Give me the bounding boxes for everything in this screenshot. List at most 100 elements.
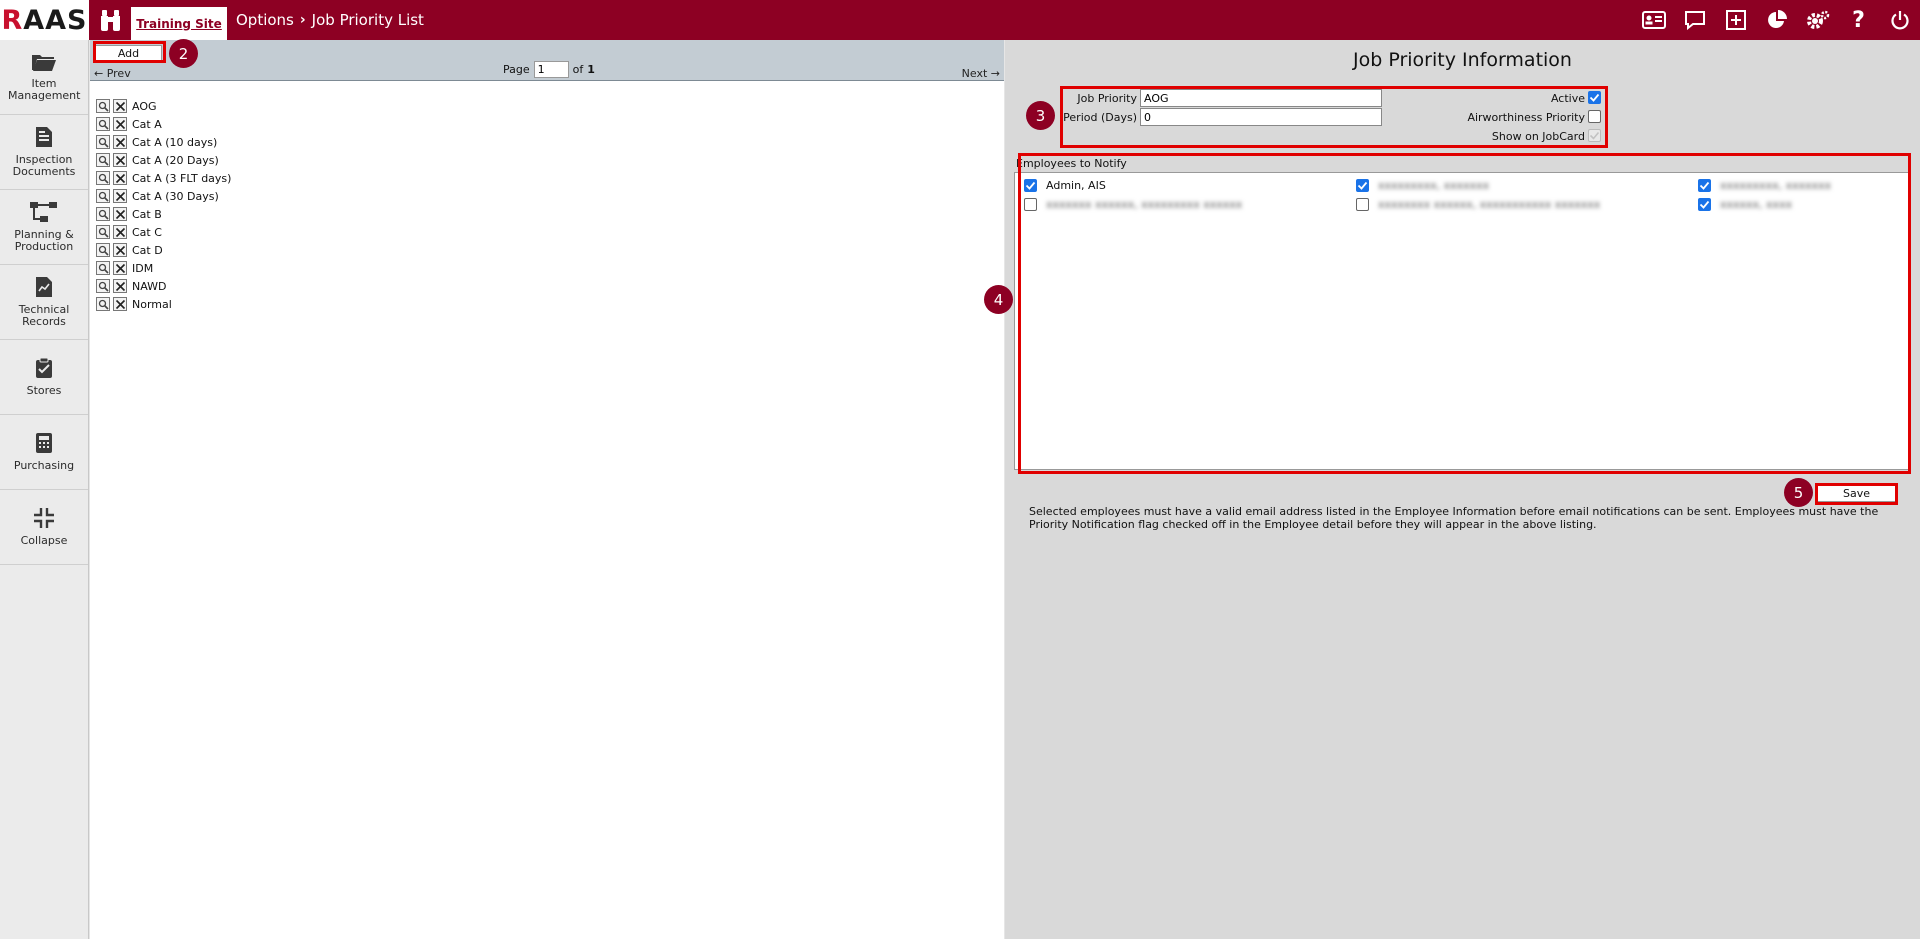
list-item: Cat A (30 Days) — [96, 187, 231, 205]
list-item: Cat A — [96, 115, 231, 133]
sidebar-item-collapse[interactable]: Collapse — [0, 490, 88, 565]
chart-file-icon — [36, 277, 52, 297]
delete-x-icon[interactable] — [113, 207, 127, 221]
list-item-label[interactable]: Cat D — [132, 244, 163, 257]
list-item-label[interactable]: Cat A (30 Days) — [132, 190, 219, 203]
annotation-badge-2: 2 — [169, 39, 198, 68]
magnifier-icon[interactable] — [96, 189, 110, 203]
employee-checkbox[interactable] — [1698, 178, 1711, 192]
save-button[interactable]: Save — [1817, 485, 1896, 502]
employee-checkbox[interactable] — [1698, 197, 1711, 211]
sidebar-item-purchasing[interactable]: Purchasing — [0, 415, 88, 490]
pie-chart-icon[interactable] — [1756, 0, 1797, 40]
employees-to-notify: Employees to Notify Admin, AIS xxxxxxxxx,… — [1012, 155, 1912, 472]
magnifier-icon[interactable] — [96, 279, 110, 293]
magnifier-icon[interactable] — [96, 171, 110, 185]
employees-to-notify-label: Employees to Notify — [1016, 157, 1127, 170]
magnifier-icon[interactable] — [96, 261, 110, 275]
power-icon[interactable] — [1879, 0, 1920, 40]
list-item-label[interactable]: IDM — [132, 262, 153, 275]
sidebar-item-technical-records[interactable]: Technical Records — [0, 265, 88, 340]
page-number-input[interactable] — [533, 61, 569, 78]
employee-item[interactable]: xxxxxxx xxxxxx, xxxxxxxxx xxxxxx — [1024, 195, 1242, 213]
chat-icon[interactable] — [1674, 0, 1715, 40]
delete-x-icon[interactable] — [113, 279, 127, 293]
job-priority-input[interactable] — [1140, 89, 1382, 107]
employee-checkbox[interactable] — [1024, 197, 1037, 211]
employee-checkbox[interactable] — [1024, 178, 1037, 192]
employee-item[interactable]: xxxxxxxxx, xxxxxxx — [1356, 176, 1489, 194]
delete-x-icon[interactable] — [113, 171, 127, 185]
training-site-tab[interactable]: Training Site — [131, 7, 227, 40]
magnifier-icon[interactable] — [96, 297, 110, 311]
notification-note: Selected employees must have a valid ema… — [1029, 505, 1879, 531]
magnifier-icon[interactable] — [96, 243, 110, 257]
delete-x-icon[interactable] — [113, 243, 127, 257]
magnifier-icon[interactable] — [96, 135, 110, 149]
period-days-input[interactable] — [1140, 108, 1382, 126]
list-item-label[interactable]: Cat A (10 days) — [132, 136, 217, 149]
list-item: AOG — [96, 97, 231, 115]
help-icon[interactable]: ? — [1838, 0, 1879, 40]
delete-x-icon[interactable] — [113, 99, 127, 113]
page-total: 1 — [587, 63, 595, 76]
magnifier-icon[interactable] — [96, 99, 110, 113]
list-item-label[interactable]: Cat A (20 Days) — [132, 154, 219, 167]
employee-item[interactable]: xxxxxx, xxxx — [1698, 195, 1792, 213]
list-item-label[interactable]: Cat A — [132, 118, 162, 131]
delete-x-icon[interactable] — [113, 117, 127, 131]
magnifier-icon[interactable] — [96, 225, 110, 239]
document-icon — [36, 127, 52, 147]
delete-x-icon[interactable] — [113, 297, 127, 311]
employee-row: xxxxxxx xxxxxx, xxxxxxxxx xxxxxx xxxxxxxx… — [1015, 195, 1910, 213]
employee-checkbox[interactable] — [1356, 178, 1369, 192]
employees-list[interactable]: Admin, AIS xxxxxxxxx, xxxxxxx xxxxxxxxx, x… — [1014, 172, 1909, 470]
list-item: IDM — [96, 259, 231, 277]
list-item-label[interactable]: Cat C — [132, 226, 162, 239]
magnifier-icon[interactable] — [96, 153, 110, 167]
delete-x-icon[interactable] — [113, 189, 127, 203]
employee-name: xxxxxxxxx, xxxxxxx — [1378, 178, 1490, 192]
prev-page-link[interactable]: ← Prev — [94, 67, 131, 80]
employee-item[interactable]: Admin, AIS — [1024, 176, 1106, 194]
employee-name: Admin, AIS — [1046, 178, 1106, 192]
employee-name: xxxxxx, xxxx — [1720, 197, 1793, 211]
active-checkbox[interactable] — [1588, 91, 1601, 104]
settings-icon[interactable] — [1797, 0, 1838, 40]
list-item: Cat B — [96, 205, 231, 223]
list-item-label[interactable]: Normal — [132, 298, 172, 311]
add-box-icon[interactable] — [1715, 0, 1756, 40]
next-page-link[interactable]: Next → — [962, 67, 1000, 80]
sidebar-item-inspection-documents[interactable]: Inspection Documents — [0, 115, 88, 190]
breadcrumb: Options › Job Priority List — [236, 11, 424, 29]
list-item-label[interactable]: Cat A (3 FLT days) — [132, 172, 231, 185]
job-priority-detail: Job Priority Information Job Priority Pe… — [984, 40, 1920, 939]
list-item-label[interactable]: NAWD — [132, 280, 167, 293]
breadcrumb-options[interactable]: Options — [236, 11, 294, 29]
raas-logo[interactable]: R AAS — [0, 0, 89, 40]
list-item-label[interactable]: AOG — [132, 100, 157, 113]
employee-item[interactable]: xxxxxxxx xxxxxx, xxxxxxxxxxx xxxxxxx — [1356, 195, 1600, 213]
sidebar-item-item-management[interactable]: Item Management — [0, 40, 88, 115]
show-on-jobcard-checkbox — [1588, 129, 1601, 142]
delete-x-icon[interactable] — [113, 153, 127, 167]
calculator-icon — [36, 433, 52, 453]
list-item-label[interactable]: Cat B — [132, 208, 162, 221]
clipboard-check-icon — [36, 357, 52, 378]
delete-x-icon[interactable] — [113, 225, 127, 239]
add-button[interactable]: Add — [95, 45, 162, 62]
id-card-icon[interactable] — [1633, 0, 1674, 40]
delete-x-icon[interactable] — [113, 261, 127, 275]
binoculars-icon[interactable] — [98, 8, 124, 32]
employee-checkbox[interactable] — [1356, 197, 1369, 211]
top-icon-bar: ? — [1633, 0, 1920, 40]
airworthiness-priority-checkbox[interactable] — [1588, 110, 1601, 123]
delete-x-icon[interactable] — [113, 135, 127, 149]
priority-list-panel: Add ← Prev Page of 1 Next → AOG Cat A Cat … — [90, 40, 1004, 939]
sidebar-item-planning-production[interactable]: Planning & Production — [0, 190, 88, 265]
sidebar-item-stores[interactable]: Stores — [0, 340, 88, 415]
employee-item[interactable]: xxxxxxxxx, xxxxxxx — [1698, 176, 1831, 194]
magnifier-icon[interactable] — [96, 117, 110, 131]
magnifier-icon[interactable] — [96, 207, 110, 221]
list-item: Cat A (20 Days) — [96, 151, 231, 169]
